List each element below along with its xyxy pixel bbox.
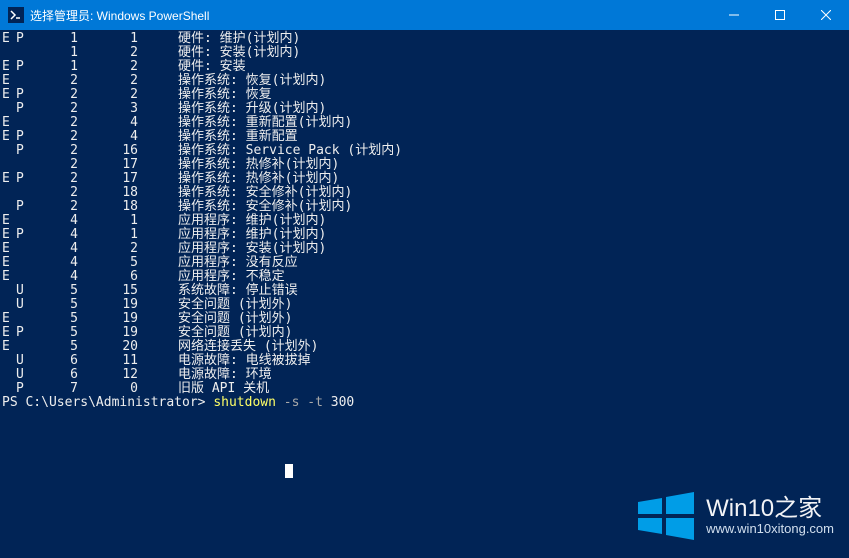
window-controls <box>711 0 849 30</box>
watermark: Win10之家 www.win10xitong.com <box>636 492 834 540</box>
prompt-path: PS C:\Users\Administrator> <box>2 395 206 410</box>
output-row: EP12硬件: 安装 <box>2 60 847 74</box>
terminal-output[interactable]: EP11硬件: 维护(计划内)12硬件: 安装(计划内)EP12硬件: 安装E2… <box>0 30 849 412</box>
output-row: U515系统故障: 停止错误 <box>2 284 847 298</box>
output-row: U612电源故障: 环境 <box>2 368 847 382</box>
windows-logo-icon <box>636 492 696 540</box>
output-row: 218操作系统: 安全修补(计划内) <box>2 186 847 200</box>
output-row: EP519安全问题 (计划内) <box>2 326 847 340</box>
window-title: 选择管理员: Windows PowerShell <box>30 7 711 24</box>
output-row: E22操作系统: 恢复(计划内) <box>2 74 847 88</box>
output-row: 12硬件: 安装(计划内) <box>2 46 847 60</box>
minimize-button[interactable] <box>711 0 757 30</box>
command-flags: -s -t <box>284 395 323 410</box>
output-row: P216操作系统: Service Pack (计划内) <box>2 144 847 158</box>
output-row: E45应用程序: 没有反应 <box>2 256 847 270</box>
output-row: EP22操作系统: 恢复 <box>2 88 847 102</box>
output-row: EP41应用程序: 维护(计划内) <box>2 228 847 242</box>
output-row: P70旧版 API 关机 <box>2 382 847 396</box>
powershell-icon <box>8 7 24 23</box>
output-row: E41应用程序: 维护(计划内) <box>2 214 847 228</box>
output-row: EP217操作系统: 热修补(计划内) <box>2 172 847 186</box>
command-name: shutdown <box>213 395 276 410</box>
output-row: P23操作系统: 升级(计划内) <box>2 102 847 116</box>
output-row: 217操作系统: 热修补(计划内) <box>2 158 847 172</box>
output-row: E42应用程序: 安装(计划内) <box>2 242 847 256</box>
output-row: U611电源故障: 电线被拔掉 <box>2 354 847 368</box>
output-row: U519安全问题 (计划外) <box>2 298 847 312</box>
watermark-title: Win10之家 <box>706 496 834 522</box>
output-row: EP24操作系统: 重新配置 <box>2 130 847 144</box>
output-row: E46应用程序: 不稳定 <box>2 270 847 284</box>
command-arg: 300 <box>331 395 354 410</box>
window-titlebar: 选择管理员: Windows PowerShell <box>0 0 849 30</box>
prompt-line[interactable]: PS C:\Users\Administrator> shutdown -s -… <box>2 396 847 410</box>
watermark-url: www.win10xitong.com <box>706 522 834 536</box>
output-row: E519安全问题 (计划外) <box>2 312 847 326</box>
output-row: E520网络连接丢失 (计划外) <box>2 340 847 354</box>
output-row: EP11硬件: 维护(计划内) <box>2 32 847 46</box>
text-cursor <box>285 464 293 478</box>
close-button[interactable] <box>803 0 849 30</box>
maximize-button[interactable] <box>757 0 803 30</box>
output-row: P218操作系统: 安全修补(计划内) <box>2 200 847 214</box>
output-row: E24操作系统: 重新配置(计划内) <box>2 116 847 130</box>
